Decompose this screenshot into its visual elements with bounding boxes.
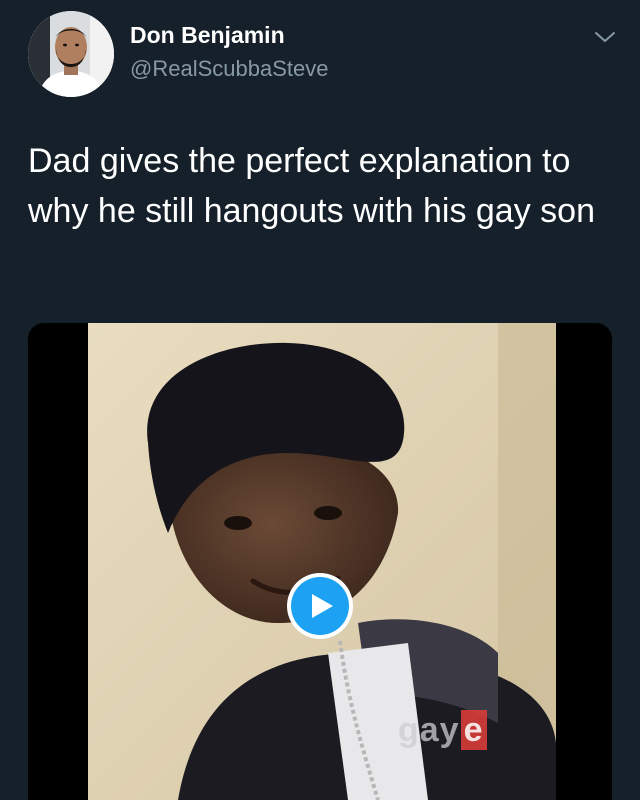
chevron-down-icon[interactable] [593, 28, 617, 46]
tweet-text: Dad gives the perfect explanation to why… [28, 142, 595, 230]
play-icon [312, 594, 333, 618]
avatar[interactable] [28, 11, 114, 97]
play-button[interactable] [287, 573, 353, 639]
video-player[interactable] [28, 323, 612, 800]
tweet: Don Benjamin @RealScubbaSteve Dad gives … [0, 0, 640, 800]
watermark-main: gay [398, 710, 460, 749]
watermark-last-letter: e [460, 710, 487, 750]
author-handle[interactable]: @RealScubbaSteve [130, 56, 328, 82]
video-thumbnail [28, 323, 612, 800]
author-display-name[interactable]: Don Benjamin [130, 22, 285, 49]
avatar-photo-icon [28, 11, 114, 97]
video-watermark: gay e [398, 707, 487, 753]
